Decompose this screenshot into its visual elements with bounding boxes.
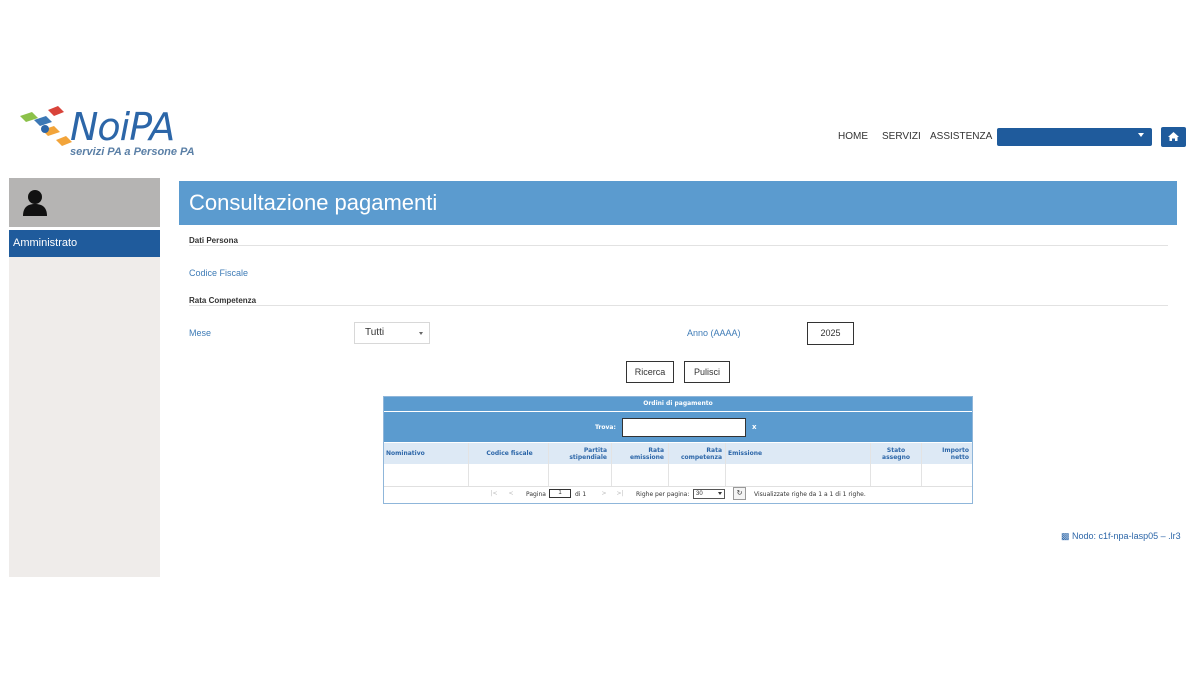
nav-servizi[interactable]: SERVIZI <box>882 131 921 142</box>
sidebar-body <box>9 257 160 577</box>
col-codice-fiscale[interactable]: Codice fiscale <box>471 443 548 464</box>
rows-per-page-label: Righe per pagina: <box>636 491 690 498</box>
section-dati-persona: Dati Persona <box>189 236 238 245</box>
chevron-down-icon <box>1138 133 1144 137</box>
column-divider <box>725 443 726 486</box>
ricerca-button[interactable]: Ricerca <box>626 361 674 383</box>
grid-title: Ordini di pagamento <box>384 397 972 411</box>
rows-per-page-value: 30 <box>696 491 703 497</box>
anno-label: Anno (AAAA) <box>687 328 741 338</box>
trova-label: Trova: <box>595 424 616 431</box>
server-node-info: ▩ Nodo: c1f-npa-lasp05 – .lr3 <box>1061 531 1181 542</box>
last-page-icon[interactable]: >| <box>615 489 625 499</box>
col-emissione[interactable]: Emissione <box>728 443 788 464</box>
next-page-icon[interactable]: > <box>599 489 609 499</box>
column-divider <box>611 443 612 486</box>
col-partita-stipendiale[interactable]: Partita stipendiale <box>556 443 607 464</box>
page-title: Consultazione pagamenti <box>189 190 438 215</box>
prev-page-icon[interactable]: < <box>506 489 516 499</box>
refresh-icon: ↻ <box>736 490 743 497</box>
brand-name: NoiPA <box>70 105 175 149</box>
pulisci-button[interactable]: Pulisci <box>684 361 730 383</box>
page-number-input[interactable]: 1 <box>549 489 571 498</box>
column-divider <box>921 443 922 486</box>
brand-tagline: servizi PA a Persone PA <box>70 146 195 158</box>
col-nominativo[interactable]: Nominativo <box>386 443 466 464</box>
col-rata-emissione[interactable]: Rata emissione <box>620 443 664 464</box>
home-icon <box>1168 132 1179 141</box>
refresh-button[interactable]: ↻ <box>733 487 746 500</box>
pagina-label: Pagina <box>526 491 546 498</box>
column-divider <box>548 443 549 486</box>
server-node-text: Nodo: c1f-npa-lasp05 – .lr3 <box>1072 531 1181 541</box>
clear-search-icon[interactable]: x <box>752 423 757 431</box>
sidebar-item-amministrato[interactable]: Amministrato <box>9 230 160 257</box>
column-divider <box>870 443 871 486</box>
col-stato-assegno[interactable]: Stato assegno <box>872 443 920 464</box>
chevron-down-icon <box>419 332 423 335</box>
user-panel <box>9 178 160 227</box>
divider <box>189 305 1168 306</box>
server-icon: ▩ <box>1061 531 1070 541</box>
mese-select-value: Tutti <box>365 327 385 338</box>
mese-select[interactable]: Tutti <box>354 322 430 344</box>
home-button[interactable] <box>1161 127 1186 147</box>
rows-summary: Visualizzate righe da 1 a 1 di 1 righe. <box>754 491 866 498</box>
first-page-icon[interactable]: |< <box>489 489 499 499</box>
column-divider <box>668 443 669 486</box>
page-count: di 1 <box>575 491 587 498</box>
mese-label: Mese <box>189 328 212 338</box>
divider <box>189 245 1168 246</box>
chevron-down-icon <box>718 492 722 495</box>
anno-input[interactable]: 2025 <box>807 322 854 345</box>
column-divider <box>468 443 469 486</box>
trova-input[interactable] <box>622 418 746 437</box>
user-icon <box>23 190 47 216</box>
profile-select[interactable] <box>997 128 1152 146</box>
col-rata-competenza[interactable]: Rata competenza <box>672 443 722 464</box>
nav-home[interactable]: HOME <box>838 131 868 142</box>
codice-fiscale-label: Codice Fiscale <box>189 268 249 278</box>
rows-per-page-select[interactable]: 30 <box>693 489 725 499</box>
col-importo-netto[interactable]: Importo netto <box>926 443 969 464</box>
section-rata-competenza: Rata Competenza <box>189 296 257 305</box>
nav-assistenza[interactable]: ASSISTENZA <box>930 131 992 142</box>
